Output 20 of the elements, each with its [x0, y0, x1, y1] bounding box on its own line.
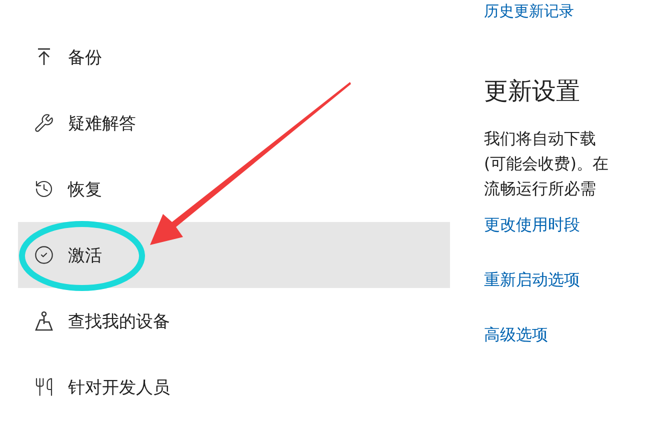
- history-link[interactable]: 历史更新记录: [484, 2, 574, 20]
- sidebar-item[interactable]: 备份: [18, 24, 450, 90]
- description-line: 流畅运行所必需: [484, 178, 597, 200]
- description-line: 我们将自动下载: [484, 128, 597, 150]
- section-title: 更新设置: [484, 76, 581, 106]
- wrench-icon: [34, 113, 54, 133]
- sidebar-item[interactable]: 激活: [18, 222, 450, 288]
- check-circle-icon: [34, 245, 54, 265]
- sidebar-item[interactable]: 恢复: [18, 156, 450, 222]
- sidebar-item[interactable]: 针对开发人员: [18, 354, 450, 420]
- sidebar-item[interactable]: 查找我的设备: [18, 288, 450, 354]
- upload-icon: [37, 48, 51, 66]
- settings-link[interactable]: 重新启动选项: [484, 268, 655, 291]
- description-line: (可能会收费)。在: [484, 153, 610, 175]
- settings-link[interactable]: 高级选项: [484, 323, 655, 346]
- settings-link[interactable]: 更改使用时段: [484, 213, 655, 236]
- person-locate-icon: [34, 311, 54, 331]
- sidebar-item[interactable]: 疑难解答: [18, 90, 450, 156]
- utensils-icon: [34, 377, 54, 397]
- history-icon: [34, 179, 54, 199]
